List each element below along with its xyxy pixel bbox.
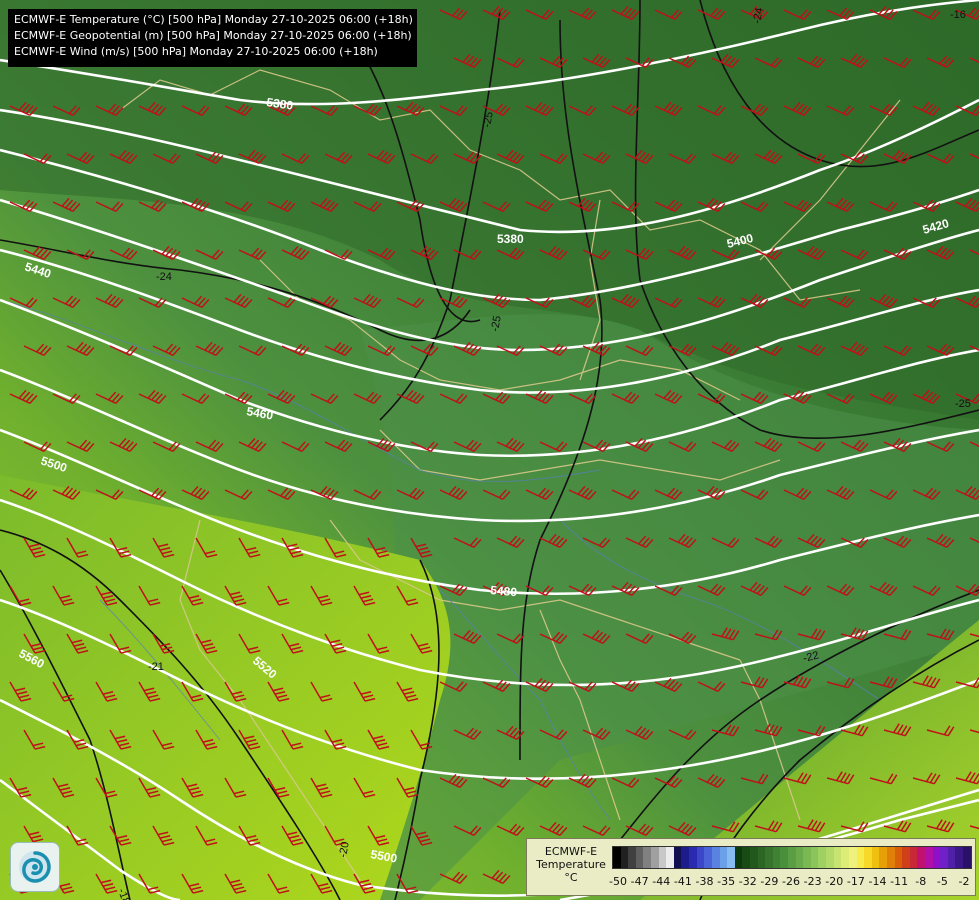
legend-tick-label: -38 (695, 875, 714, 888)
legend-tick-label: -41 (673, 875, 692, 888)
legend-tick-label: -14 (868, 875, 887, 888)
legend-tick-label: -47 (630, 875, 649, 888)
legend-color-swatch (810, 847, 819, 868)
legend-color-swatch (666, 847, 674, 868)
legend-color-swatch (780, 847, 789, 868)
legend-color-swatch (963, 847, 971, 868)
legend-color-swatch (932, 847, 941, 868)
legend-tick-label: -2 (958, 875, 970, 888)
legend-color-swatch (620, 847, 629, 868)
legend-color-swatch (940, 847, 948, 868)
legend-color-swatch (955, 847, 964, 868)
legend-color-bar (612, 846, 972, 869)
legend-color-swatch (613, 847, 621, 868)
legend-color-swatch (727, 847, 735, 868)
legend-title: ECMWF-E Temperature °C (531, 845, 611, 884)
legend-tick-label: -35 (717, 875, 736, 888)
legend-ticks: -50 -47 -44 -41 -38 -35 -32 -29 -26 -23 -20 -17 -14-… (609, 875, 972, 889)
legend-color-swatch (871, 847, 880, 868)
provider-logo (10, 842, 60, 892)
swirl-logo-icon (19, 851, 51, 883)
legend-color-swatch (909, 847, 918, 868)
legend-color-swatch (651, 847, 659, 868)
legend-title-model: ECMWF-E (544, 845, 598, 858)
legend-tick-label: -23 (803, 875, 822, 888)
temperature-label: -24 (156, 271, 172, 283)
temperature-label: -25 (955, 398, 971, 410)
legend-color-swatch (757, 847, 766, 868)
legend-color-swatch (628, 847, 636, 868)
legend-color-swatch (841, 847, 849, 868)
legend-color-swatch (826, 847, 834, 868)
legend-color-swatch (635, 847, 644, 868)
legend-color-swatch (673, 847, 682, 868)
legend-color-swatch (788, 847, 796, 868)
legend-tick-label: -26 (782, 875, 800, 888)
legend-color-swatch (734, 847, 743, 868)
legend-color-swatch (658, 847, 667, 868)
geopotential-label: 5380 (497, 232, 524, 246)
legend-color-swatch (833, 847, 842, 868)
legend-tick-label: -5 (936, 875, 948, 888)
legend-tick-label: -50 (609, 875, 627, 888)
legend-tick-label: -8 (915, 875, 927, 888)
legend-tick-label: -32 (738, 875, 757, 888)
title-line-temperature: ECMWF-E Temperature (°C) [500 hPa] Monda… (14, 13, 413, 26)
legend-color-swatch (818, 847, 827, 868)
legend-color-swatch (917, 847, 925, 868)
legend-color-swatch (719, 847, 728, 868)
legend-color-swatch (902, 847, 910, 868)
legend-tick-label: -29 (760, 875, 779, 888)
weather-map: 5380 5380 5400 5420 5440 5460 5480 5500 … (0, 0, 979, 900)
legend-color-swatch (681, 847, 690, 868)
legend-color-swatch (803, 847, 811, 868)
legend-color-swatch (742, 847, 750, 868)
legend-tick-label: -11 (890, 875, 909, 888)
legend-color-swatch (704, 847, 712, 868)
legend-tick-label: -17 (846, 875, 865, 888)
legend-color-swatch (711, 847, 720, 868)
legend-color-swatch (879, 847, 887, 868)
title-line-geopotential: ECMWF-E Geopotential (m) [500 hPa] Monda… (14, 29, 412, 42)
legend-color-swatch (643, 847, 652, 868)
legend-color-swatch (856, 847, 865, 868)
geopotential-label: 5480 (490, 583, 518, 599)
legend-color-swatch (864, 847, 872, 868)
legend-color-swatch (886, 847, 895, 868)
legend-tick-label: -20 (825, 875, 844, 888)
legend-color-swatch (848, 847, 857, 868)
legend-color-swatch (894, 847, 903, 868)
legend-title-variable: Temperature (536, 858, 606, 871)
legend-tick-label: -44 (652, 875, 671, 888)
legend-color-swatch (924, 847, 933, 868)
temperature-legend: ECMWF-E Temperature °C -50 -47 -44 -41 -38 -3… (526, 838, 976, 896)
legend-color-swatch (772, 847, 781, 868)
legend-color-swatch (689, 847, 697, 868)
legend-unit: °C (564, 871, 578, 884)
legend-color-swatch (696, 847, 705, 868)
legend-color-swatch (947, 847, 956, 868)
temperature-label: -16 (950, 9, 966, 21)
legend-color-swatch (749, 847, 758, 868)
map-title-box: ECMWF-E Temperature (°C) [500 hPa] Monda… (8, 9, 417, 67)
legend-color-swatch (795, 847, 804, 868)
title-line-wind: ECMWF-E Wind (m/s) [500 hPa] Monday 27-1… (14, 45, 378, 58)
legend-color-swatch (765, 847, 773, 868)
temperature-label: -21 (148, 661, 164, 673)
